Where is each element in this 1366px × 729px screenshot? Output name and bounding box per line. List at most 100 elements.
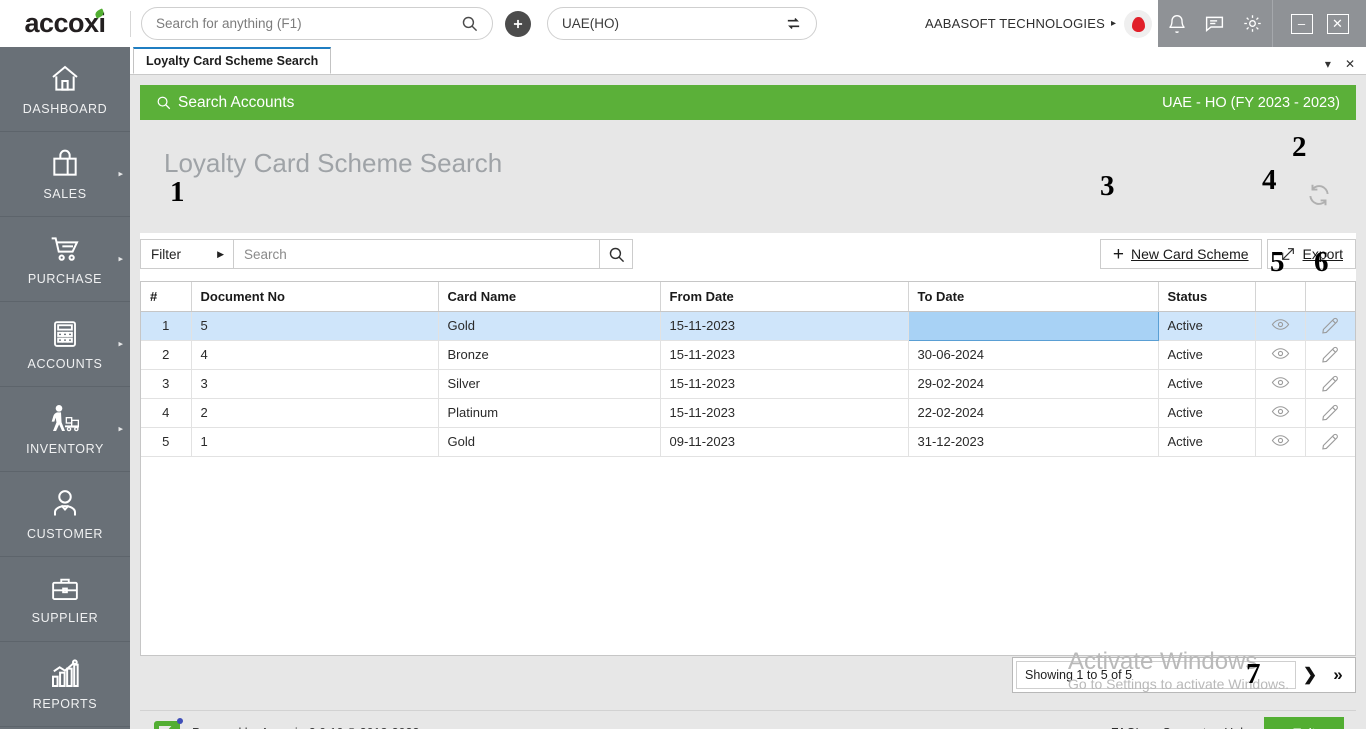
sidebar-item-sales[interactable]: SALES ▸ (0, 132, 130, 217)
pencil-icon (1321, 317, 1338, 334)
cell-index: 2 (141, 340, 192, 370)
column-header-from-date[interactable]: From Date (660, 282, 909, 312)
edit-row-button[interactable] (1305, 398, 1355, 428)
table-row[interactable]: 4 2 Platinum 15-11-2023 22-02-2024 Active (141, 398, 1355, 428)
table-row[interactable]: 1 5 Gold 15-11-2023 Active (141, 310, 1355, 341)
company-fy-context: UAE - HO (FY 2023 - 2023) (1162, 94, 1340, 111)
chevron-right-icon: ▸ (118, 253, 123, 264)
header-divider (130, 10, 131, 37)
footer-link-help[interactable]: Help (1224, 726, 1250, 729)
feedback-icon[interactable] (1204, 13, 1225, 34)
global-search[interactable] (141, 7, 493, 40)
sidebar-item-label: CUSTOMER (26, 527, 104, 541)
chevron-right-icon[interactable]: ▸ (1111, 18, 1116, 29)
branch-value: UAE(HO) (562, 16, 619, 31)
cell-index: 4 (141, 398, 192, 428)
sidebar-item-reports[interactable]: REPORTS (0, 642, 130, 727)
export-label: Export (1302, 246, 1343, 262)
export-icon (1281, 248, 1294, 260)
tab-loyalty-card-scheme-search[interactable]: Loyalty Card Scheme Search (133, 47, 332, 74)
toolbar-actions: + New Card Scheme Export (1099, 239, 1356, 269)
edit-row-button[interactable] (1305, 369, 1355, 399)
search-icon (609, 247, 624, 262)
filter-button[interactable]: Filter ▶ (141, 240, 234, 268)
cell-document-no: 4 (191, 340, 439, 370)
view-row-button[interactable] (1255, 340, 1306, 370)
sidebar-item-inventory[interactable]: INVENTORY ▸ (0, 387, 130, 472)
column-header-document-no[interactable]: Document No (191, 282, 439, 312)
refresh-icon[interactable] (1306, 182, 1332, 213)
branch-selector[interactable]: UAE(HO) (547, 7, 817, 40)
search-input[interactable] (234, 240, 599, 268)
cell-status: Active (1158, 369, 1256, 399)
sidebar-item-dashboard[interactable]: DASHBOARD (0, 47, 130, 132)
new-card-scheme-button[interactable]: + New Card Scheme (1099, 239, 1262, 269)
sidebar-item-supplier[interactable]: SUPPLIER (0, 557, 130, 642)
gear-icon[interactable] (1242, 13, 1263, 34)
column-header-index[interactable]: # (141, 282, 192, 312)
close-button[interactable]: ✕ (1326, 13, 1349, 34)
cell-status: Active (1158, 398, 1256, 428)
new-card-scheme-label: New Card Scheme (1131, 246, 1249, 262)
column-header-to-date[interactable]: To Date (908, 282, 1159, 312)
table-row[interactable]: 5 1 Gold 09-11-2023 31-12-2023 Active (141, 427, 1355, 457)
sidebar-item-purchase[interactable]: PURCHASE ▸ (0, 217, 130, 302)
cell-to-date (907, 310, 1159, 341)
shopping-bag-icon (53, 149, 77, 176)
home-icon (52, 65, 78, 91)
tab-close-icon[interactable]: ✕ (1345, 57, 1355, 71)
chevron-right-icon: ▸ (118, 423, 123, 434)
edit-row-button[interactable] (1305, 311, 1355, 341)
export-button[interactable]: Export (1266, 239, 1356, 269)
bell-icon[interactable] (1167, 14, 1187, 34)
sidebar-item-accounts[interactable]: ACCOUNTS ▸ (0, 302, 130, 387)
warehouse-worker-icon (51, 404, 79, 431)
next-page-button[interactable]: ❯ (1296, 661, 1324, 689)
page-title: Loyalty Card Scheme Search (164, 148, 503, 178)
app-logo-text: accoxi (24, 8, 106, 38)
switch-branch-icon[interactable] (785, 15, 802, 32)
sidebar-item-customer[interactable]: CUSTOMER (0, 472, 130, 557)
top-header: accoxi UAE(HO) AABASOFT TECHNOLOGIES ▸ (0, 0, 1366, 47)
sidebar-item-label: ACCOUNTS (27, 356, 103, 371)
table-row[interactable]: 3 3 Silver 15-11-2023 29-02-2024 Active (141, 369, 1355, 399)
table-row[interactable]: 2 4 Bronze 15-11-2023 30-06-2024 Active (141, 340, 1355, 370)
tab-list-dropdown-icon[interactable]: ▾ (1325, 57, 1331, 71)
minimize-button[interactable]: – (1290, 13, 1313, 34)
organisation-area[interactable]: AABASOFT TECHNOLOGIES ▸ (925, 0, 1158, 47)
accoxi-mark-icon (154, 717, 183, 729)
view-row-button[interactable] (1255, 427, 1306, 457)
avatar[interactable] (1124, 9, 1152, 38)
eye-icon (1271, 405, 1289, 417)
results-grid: # Document No Card Name From Date To Dat… (140, 281, 1356, 656)
cell-to-date: 29-02-2024 (908, 369, 1159, 399)
last-page-button[interactable]: » (1324, 661, 1352, 689)
table-body: 1 5 Gold 15-11-2023 Active 2 4 Bronze 15-11-2023… (141, 310, 1355, 457)
eye-icon (1271, 347, 1289, 359)
eye-icon (1271, 318, 1289, 330)
footer-link-faqs[interactable]: FAQ's (1111, 726, 1145, 729)
showing-range-field[interactable]: Showing 1 to 5 of 5 (1016, 661, 1296, 689)
chevron-right-icon: ▸ (118, 168, 123, 179)
search-submit-button[interactable] (599, 240, 632, 268)
edit-row-button[interactable] (1305, 340, 1355, 370)
pencil-icon (1321, 346, 1338, 363)
add-button[interactable] (505, 10, 531, 37)
sidebar-item-label: SALES (43, 186, 87, 201)
content-area: Loyalty Card Scheme Search Filter ▶ Sear… (140, 120, 1356, 710)
powered-by-text: Powered by Accoxi - 2.0.10 © 2018-2023 (192, 726, 419, 729)
search-icon (462, 16, 478, 32)
edit-row-button[interactable] (1305, 427, 1355, 457)
footer-link-support[interactable]: Support (1163, 726, 1207, 729)
footer-links: FAQ's Support Help (1111, 726, 1264, 729)
column-header-status[interactable]: Status (1158, 282, 1256, 312)
chevron-right-icon: ▶ (217, 248, 224, 259)
sidebar: DASHBOARD SALES ▸ PURCHASE ▸ ACCOUNTS ▸ (0, 47, 130, 729)
column-header-card-name[interactable]: Card Name (438, 282, 661, 312)
search-icon (157, 96, 171, 110)
view-row-button[interactable] (1255, 311, 1306, 341)
global-search-input[interactable] (156, 16, 461, 31)
view-row-button[interactable] (1255, 398, 1306, 428)
view-row-button[interactable] (1255, 369, 1306, 399)
exit-button[interactable]: Exit (1264, 717, 1344, 729)
